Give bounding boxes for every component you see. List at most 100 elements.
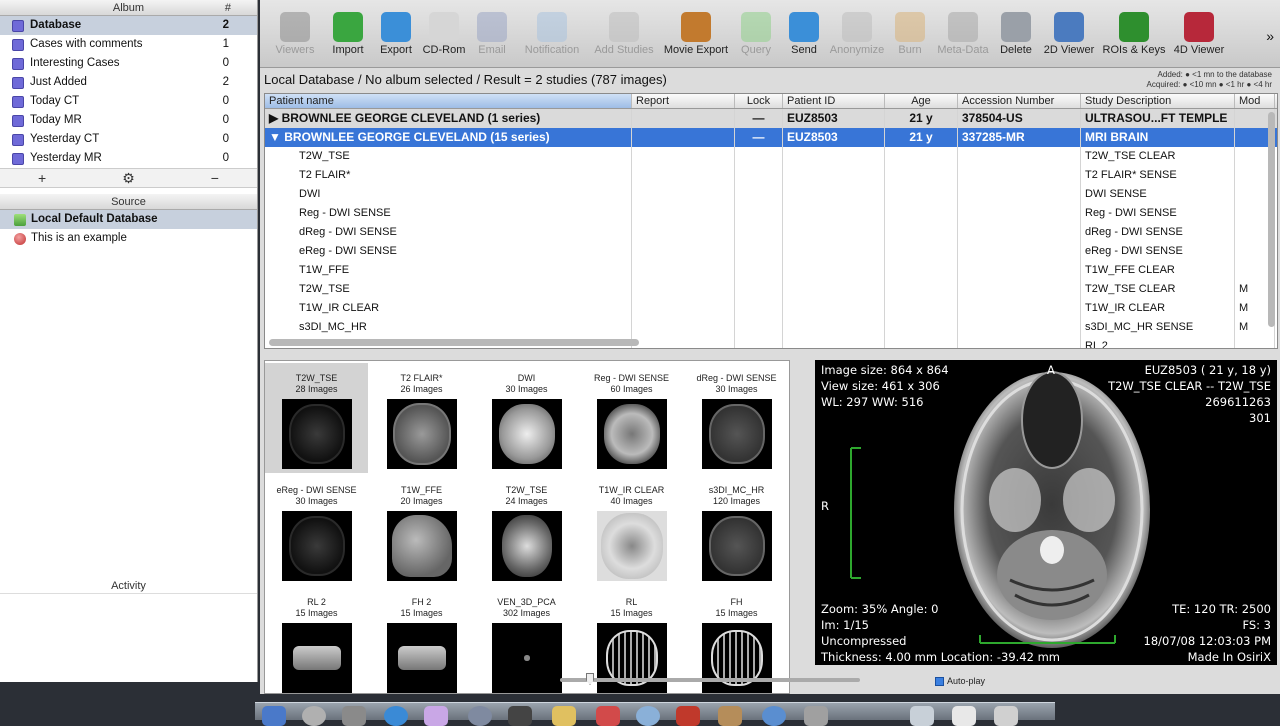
- toolbar-button-delete[interactable]: Delete: [992, 0, 1040, 56]
- preferences-dock-icon[interactable]: [804, 706, 828, 726]
- toolbar-button-query[interactable]: Query: [732, 0, 780, 56]
- network-dock-icon[interactable]: [762, 706, 786, 726]
- folder-dock-icon[interactable]: [552, 706, 576, 726]
- series-row[interactable]: T1W_IR CLEAR T1W_IR CLEAR M: [265, 299, 1277, 318]
- series-thumbnail[interactable]: eReg - DWI SENSE 30 Images: [265, 475, 368, 585]
- add-album-button[interactable]: +: [38, 170, 46, 186]
- album-item[interactable]: Yesterday MR 0: [0, 149, 257, 168]
- series-row[interactable]: T2W_TSE T2W_TSE CLEAR M: [265, 280, 1277, 299]
- toolbar-button-rois-keys[interactable]: ROIs & Keys: [1098, 0, 1170, 56]
- series-thumbnail[interactable]: DWI 30 Images: [475, 363, 578, 473]
- series-thumbnail-image: [281, 511, 352, 581]
- osirix-dock-icon[interactable]: [676, 706, 700, 726]
- toolbar-button-meta-data[interactable]: Meta-Data: [934, 0, 992, 56]
- album-item[interactable]: Yesterday CT 0: [0, 130, 257, 149]
- series-row[interactable]: eReg - DWI SENSE eReg - DWI SENSE: [265, 242, 1277, 261]
- toolbar-button-notification[interactable]: Notification: [516, 0, 588, 56]
- series-thumbnail[interactable]: Reg - DWI SENSE 60 Images: [580, 363, 683, 473]
- column-header[interactable]: Lock: [735, 94, 783, 108]
- column-header[interactable]: Study Description: [1081, 94, 1235, 108]
- column-header[interactable]: Patient ID: [783, 94, 885, 108]
- series-thumbnail[interactable]: FH 2 15 Images: [370, 587, 473, 693]
- toolbar-button-email[interactable]: Email: [468, 0, 516, 56]
- thumbnail-name: RL 2: [307, 597, 326, 607]
- album-item[interactable]: Just Added 2: [0, 73, 257, 92]
- toolbar-button-2d-viewer[interactable]: 2D Viewer: [1040, 0, 1098, 56]
- toolbar-button-send[interactable]: Send: [780, 0, 828, 56]
- itunes-dock-icon[interactable]: [636, 706, 660, 726]
- accession-cell: [958, 147, 1081, 166]
- column-header[interactable]: Mod: [1235, 94, 1275, 108]
- vertical-scrollbar[interactable]: [1268, 112, 1275, 327]
- series-row[interactable]: T1W_FFE T1W_FFE CLEAR: [265, 261, 1277, 280]
- album-item[interactable]: Database 2: [0, 16, 257, 35]
- safari-dock-icon[interactable]: [384, 706, 408, 726]
- query-icon: [741, 12, 771, 42]
- autoplay-checkbox[interactable]: Auto-play: [935, 676, 985, 686]
- series-thumbnail[interactable]: T1W_IR CLEAR 40 Images: [580, 475, 683, 585]
- terminal-dock-icon[interactable]: [508, 706, 532, 726]
- toolbar-button-anonymize[interactable]: Anonymize: [828, 0, 886, 56]
- toolbar-button-import[interactable]: Import: [324, 0, 372, 56]
- toolbar-overflow-button[interactable]: »: [1266, 28, 1274, 44]
- series-row[interactable]: Reg - DWI SENSE Reg - DWI SENSE: [265, 204, 1277, 223]
- series-row[interactable]: DWI DWI SENSE: [265, 185, 1277, 204]
- expose-dock-icon[interactable]: [342, 706, 366, 726]
- remove-album-button[interactable]: −: [211, 170, 219, 186]
- study-row[interactable]: ▼ BROWNLEE GEORGE CLEVELAND (15 series) —…: [265, 128, 1277, 147]
- series-thumbnail[interactable]: T2 FLAIR* 26 Images: [370, 363, 473, 473]
- series-row[interactable]: T2 FLAIR* T2 FLAIR* SENSE: [265, 166, 1277, 185]
- toolbar-button-export[interactable]: Export: [372, 0, 420, 56]
- album-item[interactable]: Today MR 0: [0, 111, 257, 130]
- column-header[interactable]: Report: [632, 94, 735, 108]
- toolbar-button-viewers[interactable]: Viewers: [266, 0, 324, 56]
- album-item[interactable]: Cases with comments 1: [0, 35, 257, 54]
- column-header[interactable]: Age: [885, 94, 958, 108]
- series-thumbnail[interactable]: T2W_TSE 24 Images: [475, 475, 578, 585]
- time-machine-dock-icon[interactable]: [468, 706, 492, 726]
- study-row[interactable]: ▶ BROWNLEE GEORGE CLEVELAND (1 series) — E…: [265, 109, 1277, 128]
- expand-icon[interactable]: ▶: [269, 111, 278, 125]
- image-viewer[interactable]: Image size: 864 x 864 View size: 461 x 30…: [815, 360, 1277, 665]
- patient-id-cell: [783, 242, 885, 261]
- documents-dock-icon[interactable]: [910, 706, 934, 726]
- toolbar-button-movie-export[interactable]: Movie Export: [660, 0, 732, 56]
- toolbar-button-4d-viewer[interactable]: 4D Viewer: [1170, 0, 1228, 56]
- image-slider[interactable]: [560, 678, 860, 682]
- source-item[interactable]: This is an example: [0, 229, 257, 248]
- series-thumbnail-image: [281, 623, 352, 693]
- gear-icon[interactable]: ⚙: [122, 170, 135, 187]
- viewer-info-line: Zoom: 35% Angle: 0: [821, 602, 939, 616]
- column-header[interactable]: Accession Number: [958, 94, 1081, 108]
- series-thumbnail[interactable]: dReg - DWI SENSE 30 Images: [685, 363, 788, 473]
- calendar-dock-icon[interactable]: [596, 706, 620, 726]
- series-thumbnail[interactable]: T1W_FFE 20 Images: [370, 475, 473, 585]
- horizontal-scrollbar[interactable]: [269, 339, 639, 346]
- series-row[interactable]: s3DI_MC_HR s3DI_MC_HR SENSE M: [265, 318, 1277, 337]
- series-row[interactable]: dReg - DWI SENSE dReg - DWI SENSE: [265, 223, 1277, 242]
- dashboard-dock-icon[interactable]: [302, 706, 326, 726]
- mail-dock-icon[interactable]: [424, 706, 448, 726]
- series-thumbnail[interactable]: RL 2 15 Images: [265, 587, 368, 693]
- age-cell: [885, 337, 958, 348]
- viewer-info-line: Made In OsiriX: [1187, 650, 1271, 664]
- photo-dock-icon[interactable]: [718, 706, 742, 726]
- patient-name: BROWNLEE GEORGE CLEVELAND (15 series): [284, 130, 550, 144]
- column-header[interactable]: Patient name: [265, 94, 632, 108]
- toolbar-button-burn[interactable]: Burn: [886, 0, 934, 56]
- trash-dock-icon[interactable]: [994, 706, 1018, 726]
- album-item[interactable]: Interesting Cases 0: [0, 54, 257, 73]
- viewer-info-line: WL: 297 WW: 516: [821, 395, 924, 409]
- toolbar-button-add-studies[interactable]: Add Studies: [588, 0, 660, 56]
- finder-dock-icon[interactable]: [262, 706, 286, 726]
- toolbar-button-cd-rom[interactable]: CD-Rom: [420, 0, 468, 56]
- series-row[interactable]: T2W_TSE T2W_TSE CLEAR: [265, 147, 1277, 166]
- collapse-icon[interactable]: ▼: [269, 130, 281, 144]
- album-item[interactable]: Today CT 0: [0, 92, 257, 111]
- study-table[interactable]: Patient name Report Lock Patient ID Age Acces…: [264, 93, 1278, 349]
- series-thumbnail[interactable]: s3DI_MC_HR 120 Images: [685, 475, 788, 585]
- downloads-dock-icon[interactable]: [952, 706, 976, 726]
- series-thumbnail[interactable]: T2W_TSE 28 Images: [265, 363, 368, 473]
- viewer-info-line: Thickness: 4.00 mm Location: -39.42 mm: [821, 650, 1060, 664]
- source-item[interactable]: Local Default Database: [0, 210, 257, 229]
